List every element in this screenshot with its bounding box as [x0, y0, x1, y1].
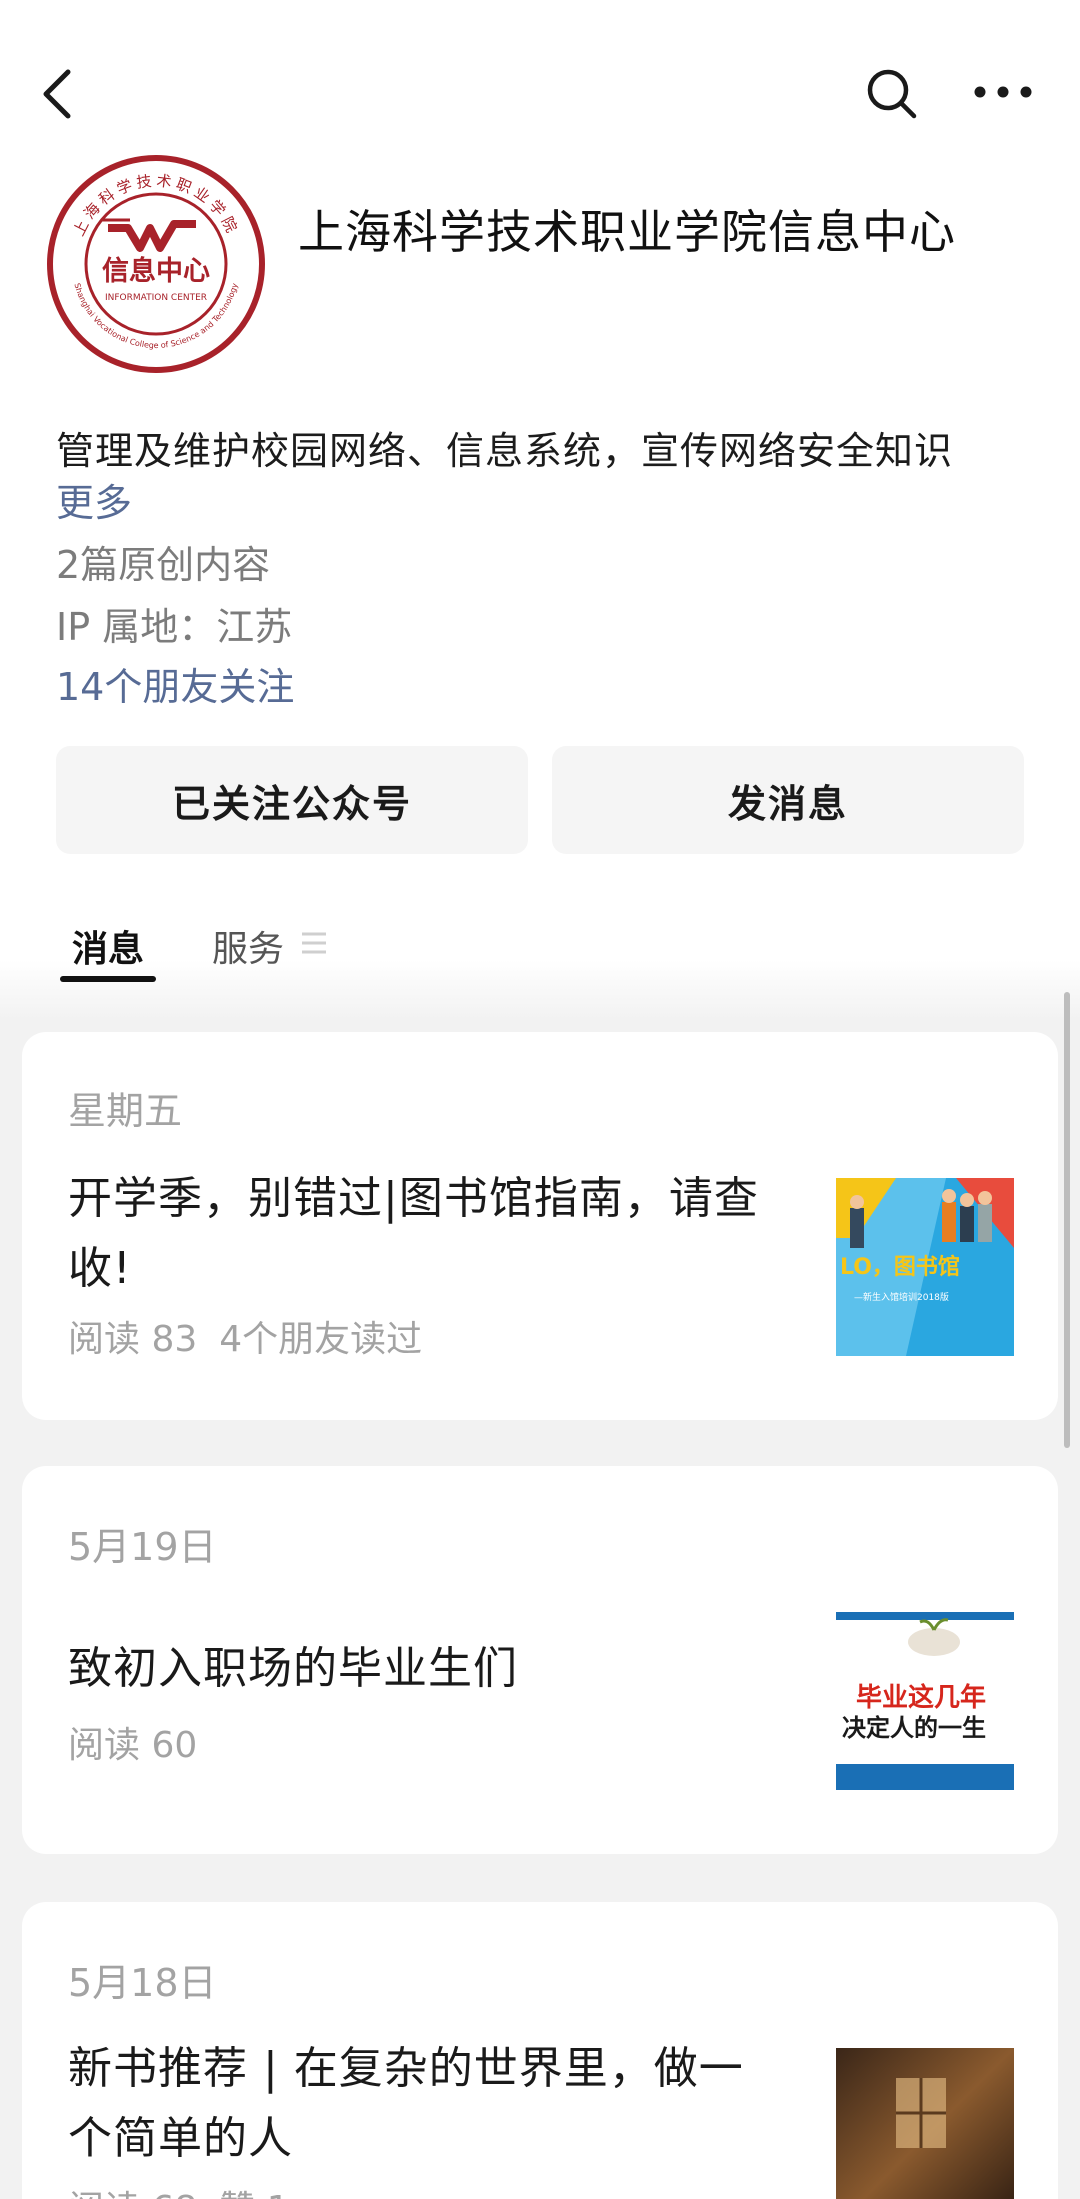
article-title: 开学季，别错过|图书馆指南，请查收! — [68, 1173, 759, 1294]
search-icon — [867, 69, 917, 119]
article-date: 星期五 — [68, 1089, 183, 1133]
article-card[interactable]: 星期五 开学季，别错过|图书馆指南，请查收! 阅读 83 4个朋友读过 LO，图书… — [22, 1032, 1058, 1420]
menu-icon — [300, 930, 328, 956]
article-date: 5月18日 — [68, 1961, 217, 2005]
read-count: 阅读 60 — [68, 1725, 198, 1766]
active-tab-indicator — [60, 976, 156, 982]
article-thumbnail — [836, 2048, 1014, 2199]
svg-text:—新生入馆培训2018版: —新生入馆培训2018版 — [854, 1291, 949, 1303]
ip-location: IP 属地：江苏 — [56, 605, 293, 649]
tab-messages[interactable]: 消息 — [72, 920, 144, 972]
svg-text:决定人的一生: 决定人的一生 — [842, 1713, 986, 1742]
svg-text:INFORMATION CENTER: INFORMATION CENTER — [105, 293, 207, 303]
article-title: 致初入职场的毕业生们 — [68, 1643, 518, 1694]
send-message-button[interactable]: 发消息 — [552, 746, 1024, 854]
read-count: 阅读 83 — [68, 1319, 198, 1360]
more-link[interactable]: 更多 — [56, 472, 132, 527]
article-card[interactable]: 5月18日 新书推荐 | 在复杂的世界里，做一个简单的人 阅读 68 赞 1 — [22, 1902, 1058, 2199]
followed-button[interactable]: 已关注公众号 — [56, 746, 528, 854]
article-thumbnail: LO，图书馆 —新生入馆培训2018版 — [836, 1178, 1014, 1356]
friends-following-link[interactable]: 14个朋友关注 — [56, 656, 294, 711]
read-count: 阅读 68 — [68, 2189, 197, 2199]
account-description: 管理及维护校园网络、信息系统，宣传网络安全知识 — [56, 429, 954, 473]
chevron-left-icon — [43, 69, 71, 119]
account-avatar[interactable]: 上海科学技术职业学院 Shanghai Vocational College o… — [46, 154, 266, 374]
article-stats: 阅读 83 4个朋友读过 — [68, 1310, 444, 1362]
article-thumbnail: 毕业这几年 决定人的一生 — [836, 1612, 1014, 1790]
more-icon — [974, 86, 1032, 98]
svg-text:信息中心: 信息中心 — [102, 255, 210, 287]
account-name: 上海科学技术职业学院信息中心 — [298, 205, 956, 259]
article-stats: 阅读 68 赞 1 — [68, 2180, 312, 2199]
article-date: 5月19日 — [68, 1525, 217, 1569]
article-card[interactable]: 5月19日 致初入职场的毕业生们 阅读 60 毕业这几年 决定人的一生 — [22, 1466, 1058, 1854]
article-stats: 阅读 60 — [68, 1716, 219, 1768]
svg-text:毕业这几年: 毕业这几年 — [856, 1682, 986, 1713]
article-title: 新书推荐 | 在复杂的世界里，做一个简单的人 — [68, 2043, 744, 2164]
scrollbar[interactable] — [1064, 992, 1070, 1448]
search-button[interactable] — [864, 66, 920, 122]
like-count: 赞 1 — [219, 2189, 289, 2199]
information-center-logo: 上海科学技术职业学院 Shanghai Vocational College o… — [47, 155, 265, 373]
original-content-count: 2篇原创内容 — [56, 543, 271, 587]
svg-text:LO，图书馆: LO，图书馆 — [840, 1254, 960, 1280]
more-button[interactable] — [972, 72, 1034, 112]
back-button[interactable] — [36, 64, 86, 124]
tab-services[interactable]: 服务 — [212, 920, 284, 972]
friends-read: 4个朋友读过 — [219, 1319, 423, 1360]
